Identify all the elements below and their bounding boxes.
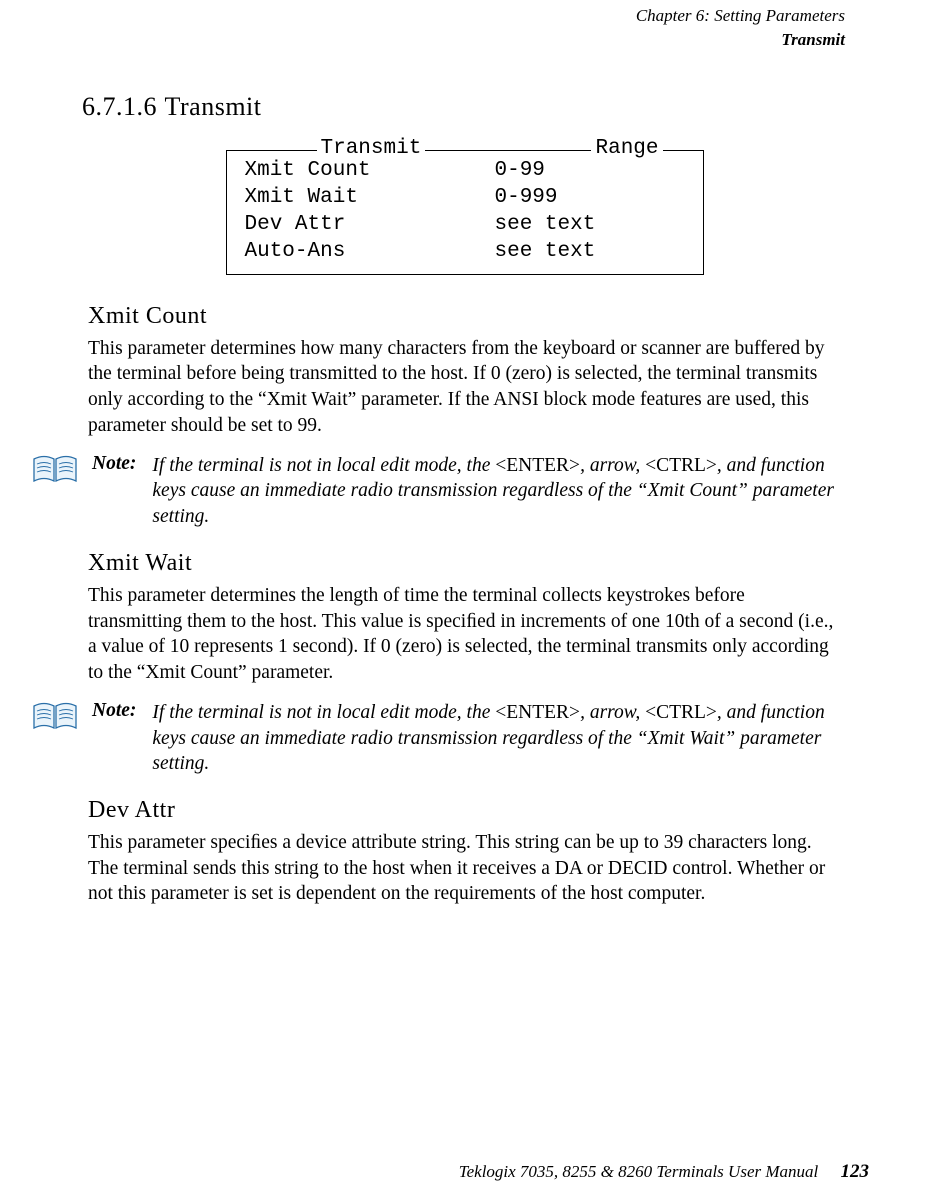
box-legend-transmit: Transmit	[317, 137, 426, 160]
transmit-range-box: Transmit Range Xmit Count 0-99 Xmit Wait…	[226, 150, 704, 275]
book-icon	[32, 702, 92, 732]
book-icon	[32, 455, 92, 485]
note-label: Note:	[92, 453, 136, 475]
note-xmit-wait: Note: If the terminal is not in local ed…	[88, 700, 841, 777]
param-range: 0-99	[495, 157, 545, 184]
subheading-xmit-count: Xmit Count	[88, 303, 841, 330]
paragraph-xmit-count: This parameter determines how many chara…	[88, 336, 841, 439]
page-number: 123	[841, 1161, 870, 1182]
paragraph-xmit-wait: This parameter determines the length of …	[88, 583, 841, 686]
note-label: Note:	[92, 700, 136, 722]
section-heading: 6.7.1.6 Transmit	[82, 92, 841, 122]
param-name: Xmit Wait	[245, 184, 495, 211]
param-row: Xmit Wait 0-999	[245, 184, 685, 211]
note-text: If the terminal is not in local edit mod…	[152, 453, 841, 530]
paragraph-dev-attr: This parameter speciﬁes a device attribu…	[88, 830, 841, 907]
param-row: Xmit Count 0-99	[245, 157, 685, 184]
subheading-dev-attr: Dev Attr	[88, 797, 841, 824]
page-footer: Teklogix 7035, 8255 & 8260 Terminals Use…	[459, 1161, 869, 1183]
subheading-xmit-wait: Xmit Wait	[88, 550, 841, 577]
box-legend-range: Range	[591, 137, 662, 160]
footer-text: Teklogix 7035, 8255 & 8260 Terminals Use…	[459, 1162, 819, 1181]
param-row: Auto-Ans see text	[245, 238, 685, 265]
param-range: see text	[495, 238, 596, 265]
param-name: Auto-Ans	[245, 238, 495, 265]
note-xmit-count: Note: If the terminal is not in local ed…	[88, 453, 841, 530]
param-name: Xmit Count	[245, 157, 495, 184]
section-title: Transmit	[165, 92, 262, 121]
param-range: 0-999	[495, 184, 558, 211]
section-number: 6.7.1.6	[82, 92, 158, 122]
param-row: Dev Attr see text	[245, 211, 685, 238]
note-text: If the terminal is not in local edit mod…	[152, 700, 841, 777]
header-topic: Transmit	[781, 30, 845, 49]
running-header: Chapter 6: Setting Parameters Transmit	[88, 4, 845, 52]
param-name: Dev Attr	[245, 211, 495, 238]
param-range: see text	[495, 211, 596, 238]
header-chapter: Chapter 6: Setting Parameters	[636, 6, 845, 25]
